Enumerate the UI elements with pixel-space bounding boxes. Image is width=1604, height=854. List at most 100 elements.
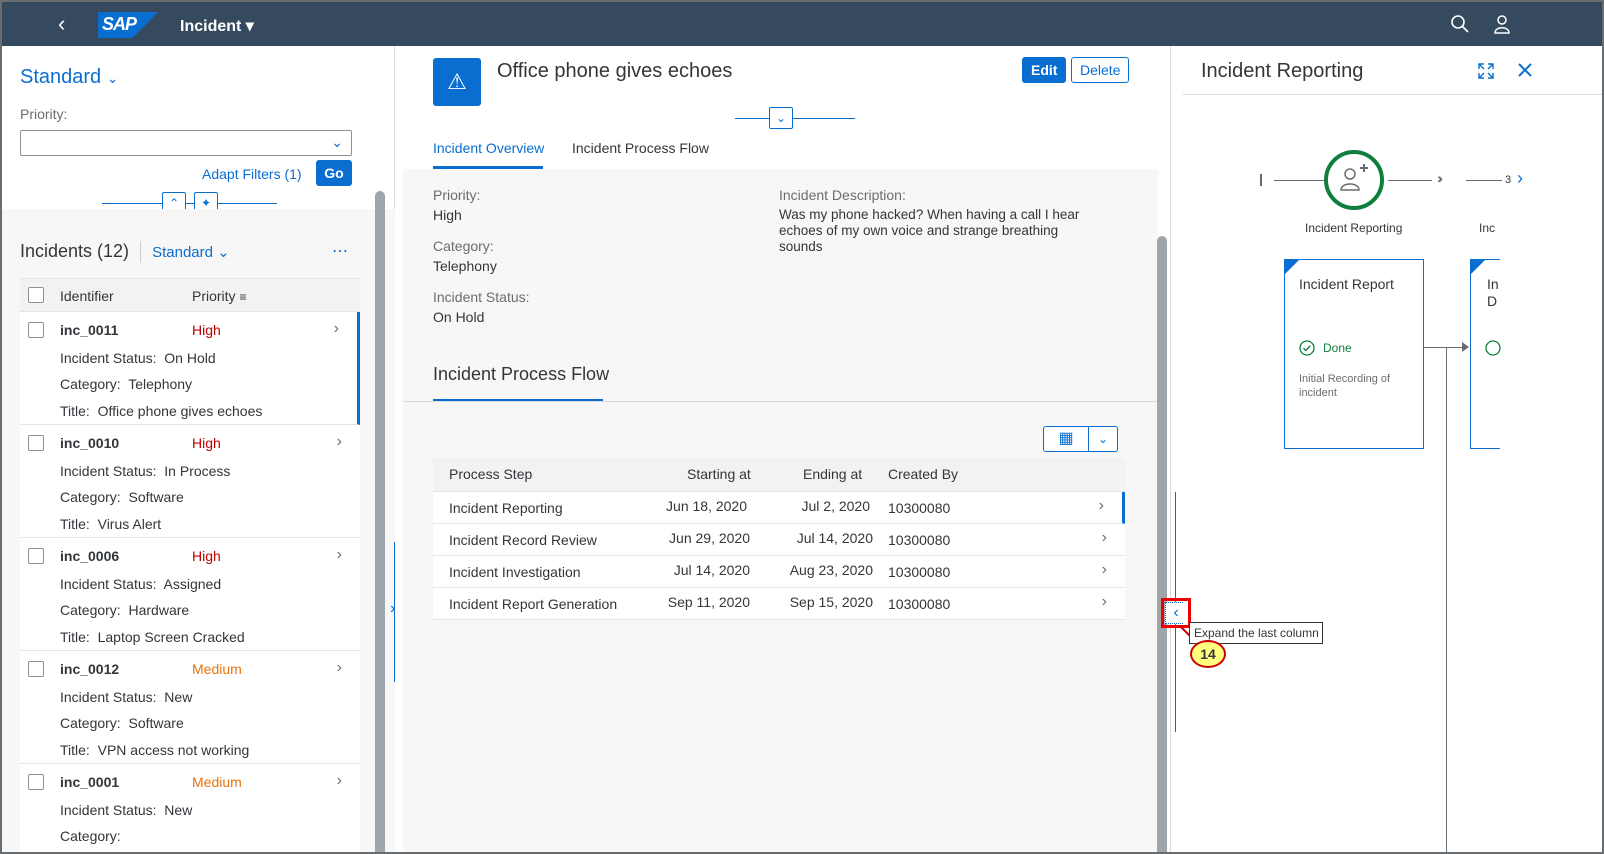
process-table-header: Process Step Starting at Ending at Creat…: [433, 458, 1125, 492]
row-category: Category: Telephony: [60, 376, 192, 392]
table-row[interactable]: inc_0006 High › Incident Status: Assigned Ca…: [20, 538, 360, 651]
row-status: Incident Status: In Process: [60, 463, 230, 479]
separator: [140, 241, 142, 264]
table-row[interactable]: inc_0001 Medium › Incident Status: New Categ…: [20, 764, 360, 852]
more-options-icon[interactable]: ⋯: [332, 241, 348, 261]
export-icon[interactable]: ▦: [1043, 426, 1089, 452]
connector-line: [1424, 347, 1464, 348]
row-title-value: VPN access not working: [97, 742, 250, 758]
row-title-label: Title:: [60, 516, 90, 532]
step-callout: 14: [1190, 640, 1226, 668]
row-status-value: New: [164, 689, 193, 705]
table-row[interactable]: Incident Report Generation Sep 11, 2020 Se…: [433, 588, 1125, 620]
chevron-right-icon: ›: [1101, 561, 1107, 578]
list-title: Incidents (12): [20, 241, 130, 261]
flow-node-incident-report[interactable]: Incident Report Done Initial Recording o…: [1284, 259, 1424, 449]
table-row[interactable]: Incident Record Review Jun 29, 2020 Jul 14…: [433, 524, 1125, 556]
lane-circle[interactable]: [1324, 150, 1384, 210]
back-icon[interactable]: ‹: [58, 13, 65, 35]
user-icon[interactable]: [1492, 14, 1512, 34]
column-priority-label: Priority: [192, 288, 236, 304]
row-identifier: inc_0010: [60, 435, 120, 451]
column-priority[interactable]: Priority ≡: [192, 288, 246, 304]
variant-selector[interactable]: Standard ⌄: [20, 66, 118, 89]
row-category-label: Category:: [60, 715, 121, 731]
row-status: Incident Status: New: [60, 802, 192, 818]
row-title: Title: Virus Alert: [60, 516, 161, 532]
node-status: Done: [1323, 341, 1352, 355]
row-title: Title: Laptop Screen Cracked: [60, 629, 245, 645]
fullscreen-icon[interactable]: [1477, 62, 1495, 80]
sort-ascending-icon: ≡: [239, 290, 247, 304]
adapt-filters-link[interactable]: Adapt Filters (1): [202, 166, 302, 182]
chevron-down-icon: ⌄: [331, 134, 343, 150]
flow-node-partial[interactable]: In D: [1470, 259, 1501, 449]
search-icon[interactable]: [1450, 14, 1470, 34]
table-row[interactable]: inc_0011 High › Incident Status: On Hold Cat…: [20, 312, 360, 425]
detail-column: ⚠ Office phone gives echoes Edit Delete …: [395, 46, 1171, 852]
row-status-value: On Hold: [164, 350, 216, 366]
detail-scrollbar[interactable]: [1157, 236, 1167, 852]
priority-filter-select[interactable]: ⌄: [20, 130, 352, 156]
lane-line: [1274, 180, 1324, 181]
object-title: Office phone gives echoes: [497, 60, 733, 82]
scroll-right-icon[interactable]: ›: [1517, 168, 1523, 189]
node-corner: [1471, 260, 1485, 274]
table-variant-selector[interactable]: Standard ⌄: [152, 244, 230, 261]
row-priority: High: [192, 435, 221, 451]
row-checkbox[interactable]: [28, 774, 44, 790]
table-row[interactable]: Incident Reporting Jun 18, 2020 Jul 2, 202…: [433, 492, 1125, 524]
collapse-header-chevron-icon[interactable]: ⌄: [769, 107, 793, 129]
row-title-value: Office phone gives echoes: [97, 403, 263, 419]
row-priority: Medium: [192, 661, 242, 677]
row-status-label: Incident Status:: [60, 576, 157, 592]
cell-starting-at: Jul 14, 2020: [673, 562, 750, 578]
header-divider: [1183, 94, 1602, 95]
row-checkbox[interactable]: [28, 548, 44, 564]
cell-starting-at: Jun 18, 2020: [666, 498, 747, 514]
row-checkbox[interactable]: [28, 435, 44, 451]
select-all-checkbox[interactable]: [28, 287, 44, 303]
list-column: Standard ⌄ Priority: ⌄ Adapt Filters (1)…: [2, 46, 395, 852]
check-circle-icon: [1485, 340, 1501, 356]
cell-created-by: 10300080: [888, 532, 951, 548]
tab-incident-process-flow[interactable]: Incident Process Flow: [572, 140, 709, 156]
row-checkbox[interactable]: [28, 661, 44, 677]
header-divider: [102, 203, 277, 204]
row-title-label: Title:: [60, 742, 90, 758]
node-title: Incident Report: [1299, 276, 1394, 292]
category-value: Telephony: [433, 258, 497, 274]
edit-button[interactable]: Edit: [1022, 57, 1067, 83]
row-status: Incident Status: On Hold: [60, 350, 216, 366]
flow-title: Incident Reporting: [1201, 60, 1364, 82]
row-category-label: Category:: [60, 602, 121, 618]
chevron-right-icon: ›: [1101, 593, 1107, 610]
lane-label-1: Incident Reporting: [1305, 221, 1403, 235]
row-identifier: inc_0006: [60, 548, 120, 564]
delete-button[interactable]: Delete: [1071, 57, 1130, 83]
row-category-label: Category:: [60, 828, 121, 844]
export-menu-chevron-icon[interactable]: ⌄: [1088, 426, 1118, 452]
category-label: Category:: [433, 238, 494, 254]
column-separator: [394, 542, 395, 682]
list-scrollbar[interactable]: [375, 191, 385, 852]
table-row[interactable]: inc_0012 Medium › Incident Status: New Categ…: [20, 651, 360, 764]
cell-process-step: Incident Investigation: [449, 564, 581, 580]
chevrons-icon: ›››: [1437, 170, 1443, 186]
row-status-value: In Process: [164, 463, 231, 479]
row-category-value: Hardware: [128, 602, 190, 618]
row-category-label: Category:: [60, 376, 121, 392]
table-row[interactable]: inc_0010 High › Incident Status: In Process…: [20, 425, 360, 538]
column-identifier[interactable]: Identifier: [60, 288, 114, 304]
close-icon[interactable]: [1517, 62, 1533, 78]
cell-starting-at: Sep 11, 2020: [667, 594, 750, 610]
col-starting-at: Starting at: [687, 466, 751, 482]
shell-bar: ‹ SAP Incident ▾: [2, 2, 1602, 46]
node-title-a: In: [1487, 276, 1499, 292]
go-button[interactable]: Go: [316, 160, 352, 186]
table-row[interactable]: Incident Investigation Jul 14, 2020 Aug 23…: [433, 556, 1125, 588]
add-user-icon: [1340, 164, 1368, 191]
row-checkbox[interactable]: [28, 322, 44, 338]
app-title-menu[interactable]: Incident ▾: [180, 16, 254, 36]
tab-incident-overview[interactable]: Incident Overview: [433, 140, 544, 169]
